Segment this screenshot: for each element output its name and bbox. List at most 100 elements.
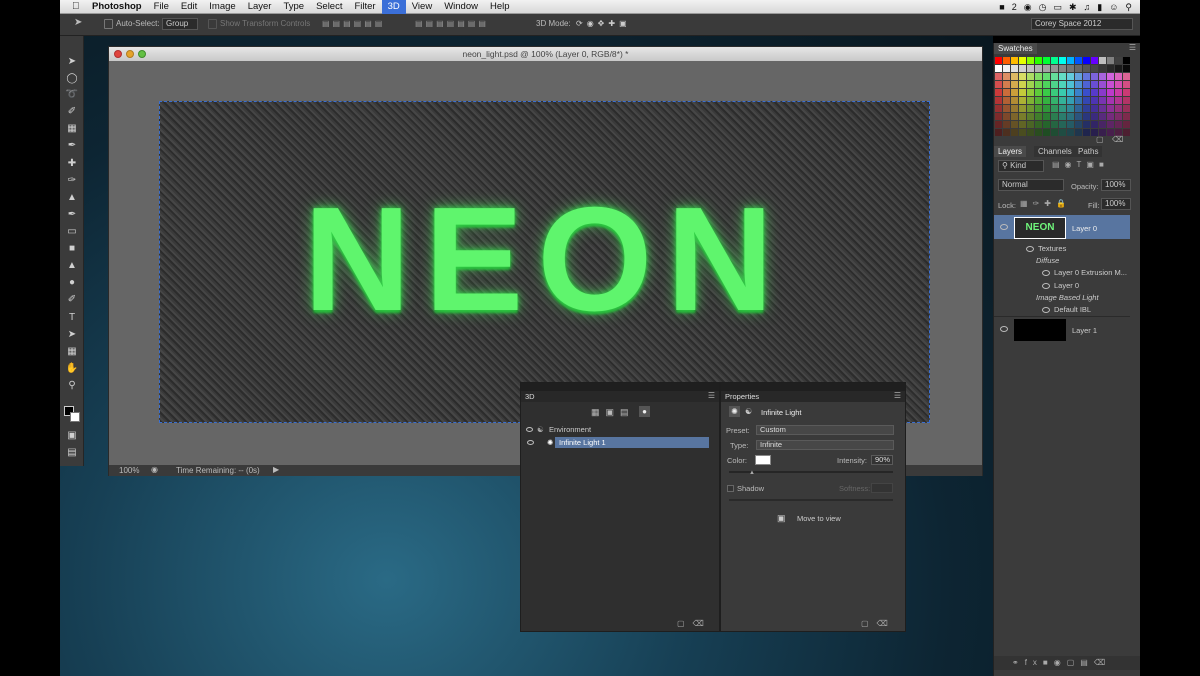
swatch[interactable] xyxy=(1067,81,1074,88)
swatch[interactable] xyxy=(1067,89,1074,96)
swatch[interactable] xyxy=(1067,57,1074,64)
swatch[interactable] xyxy=(1115,57,1122,64)
swatch[interactable] xyxy=(1115,97,1122,104)
swatch[interactable] xyxy=(1035,57,1042,64)
swatch[interactable] xyxy=(1099,121,1106,128)
swatch[interactable] xyxy=(1011,113,1018,120)
swatch[interactable] xyxy=(1027,113,1034,120)
swatch[interactable] xyxy=(1011,73,1018,80)
visibility-eye-icon[interactable] xyxy=(1000,224,1008,230)
quick-mask-icon[interactable]: ▣ xyxy=(64,430,80,442)
tab-channels[interactable]: Channels xyxy=(1034,146,1076,157)
swatch[interactable] xyxy=(1099,97,1106,104)
panel-grip[interactable] xyxy=(521,383,719,391)
swatch[interactable] xyxy=(1011,121,1018,128)
visibility-eye-icon[interactable] xyxy=(1000,326,1008,332)
swatch[interactable] xyxy=(1011,97,1018,104)
menu-window[interactable]: Window xyxy=(438,0,484,14)
swatch[interactable] xyxy=(1051,121,1058,128)
swatch[interactable] xyxy=(1027,121,1034,128)
swatch[interactable] xyxy=(1123,129,1130,136)
layer-row-default-ibl[interactable]: Default IBL xyxy=(994,304,1130,315)
swatch[interactable] xyxy=(1019,89,1026,96)
3d-footer-icons[interactable]: ▢⌫ xyxy=(677,619,712,628)
swatch[interactable] xyxy=(1115,113,1122,120)
swatch[interactable] xyxy=(1099,57,1106,64)
swatch[interactable] xyxy=(1027,57,1034,64)
tab-paths[interactable]: Paths xyxy=(1074,146,1103,157)
delete-swatch-icon[interactable]: ⌫ xyxy=(1112,135,1123,144)
swatch[interactable] xyxy=(1011,81,1018,88)
swatch[interactable] xyxy=(1059,113,1066,120)
swatch[interactable] xyxy=(1123,89,1130,96)
swatch[interactable] xyxy=(1107,73,1114,80)
swatch[interactable] xyxy=(1083,81,1090,88)
layer-filter-icons[interactable]: ▤◉T▣■ xyxy=(1052,160,1109,169)
swatch[interactable] xyxy=(1011,89,1018,96)
swatch[interactable] xyxy=(1123,57,1130,64)
swatch[interactable] xyxy=(1059,121,1066,128)
menu-view[interactable]: View xyxy=(406,0,438,14)
swatch[interactable] xyxy=(1115,65,1122,72)
swatch[interactable] xyxy=(1035,89,1042,96)
swatch[interactable] xyxy=(1115,81,1122,88)
layer-row-layer0-texture[interactable]: Layer 0 xyxy=(994,280,1130,291)
visibility-eye-icon[interactable] xyxy=(527,440,534,445)
swatch[interactable] xyxy=(1027,89,1034,96)
menu-3d[interactable]: 3D xyxy=(381,0,406,14)
lock-icons[interactable]: ▦✑✚🔒 xyxy=(1020,199,1071,208)
swatch[interactable] xyxy=(1003,97,1010,104)
swatch[interactable] xyxy=(1043,73,1050,80)
healing-tool-icon[interactable]: ✚ xyxy=(64,158,80,170)
menu-select[interactable]: Select xyxy=(310,0,348,14)
swatch[interactable] xyxy=(1019,65,1026,72)
swatch[interactable] xyxy=(1115,121,1122,128)
swatch[interactable] xyxy=(1123,97,1130,104)
blend-mode-dropdown[interactable]: Normal xyxy=(998,179,1064,191)
zoom-level[interactable]: 100% xyxy=(119,466,139,475)
swatch[interactable] xyxy=(1011,105,1018,112)
light-icon[interactable]: ✺ xyxy=(729,406,740,417)
swatch[interactable] xyxy=(1099,105,1106,112)
tab-layers[interactable]: Layers xyxy=(994,146,1027,157)
swatch[interactable] xyxy=(1003,121,1010,128)
swatch[interactable] xyxy=(1059,97,1066,104)
swatch[interactable] xyxy=(1027,105,1034,112)
3d-tool-icon[interactable]: ▦ xyxy=(64,346,80,358)
swatch[interactable] xyxy=(1003,65,1010,72)
swatch[interactable] xyxy=(1091,73,1098,80)
menu-app[interactable]: Photoshop xyxy=(86,0,148,14)
swatch[interactable] xyxy=(1027,81,1034,88)
swatch[interactable] xyxy=(1107,57,1114,64)
marquee-tool-icon[interactable]: ◯ xyxy=(64,73,80,85)
align-icons[interactable]: ▤▤▤▤▤▤ xyxy=(322,19,385,28)
status-arrow-icon[interactable]: ▶ xyxy=(273,465,279,474)
swatch[interactable] xyxy=(1051,129,1058,136)
swatch[interactable] xyxy=(1059,65,1066,72)
swatch[interactable] xyxy=(1083,121,1090,128)
layers-footer-icons[interactable]: ⚭fx■◉▢▤⌫ xyxy=(994,656,1140,670)
brush-tool-icon[interactable]: ✑ xyxy=(64,175,80,187)
swatch[interactable] xyxy=(995,129,1002,136)
swatch[interactable] xyxy=(1043,129,1050,136)
fill-field[interactable]: 100% xyxy=(1101,198,1131,210)
swatch[interactable] xyxy=(1011,65,1018,72)
swatch[interactable] xyxy=(1043,105,1050,112)
swatch[interactable] xyxy=(1115,73,1122,80)
swatch[interactable] xyxy=(1067,121,1074,128)
swatch[interactable] xyxy=(1107,113,1114,120)
swatch[interactable] xyxy=(1067,129,1074,136)
swatch[interactable] xyxy=(1107,97,1114,104)
battery-icon[interactable]: ▮ xyxy=(1097,2,1102,13)
swatch[interactable] xyxy=(1091,113,1098,120)
panel-menu-icon[interactable]: ☰ xyxy=(708,391,715,400)
swatch[interactable] xyxy=(1051,81,1058,88)
dodge-tool-icon[interactable]: ● xyxy=(64,277,80,289)
swatch[interactable] xyxy=(1003,89,1010,96)
visibility-eye-icon[interactable] xyxy=(526,427,533,432)
swatch[interactable] xyxy=(995,73,1002,80)
swatch[interactable] xyxy=(1067,113,1074,120)
light-color-swatch[interactable] xyxy=(755,455,771,465)
panel-menu-icon[interactable]: ☰ xyxy=(1129,43,1136,52)
layer-row-extrusion[interactable]: Layer 0 Extrusion M... xyxy=(994,267,1130,278)
